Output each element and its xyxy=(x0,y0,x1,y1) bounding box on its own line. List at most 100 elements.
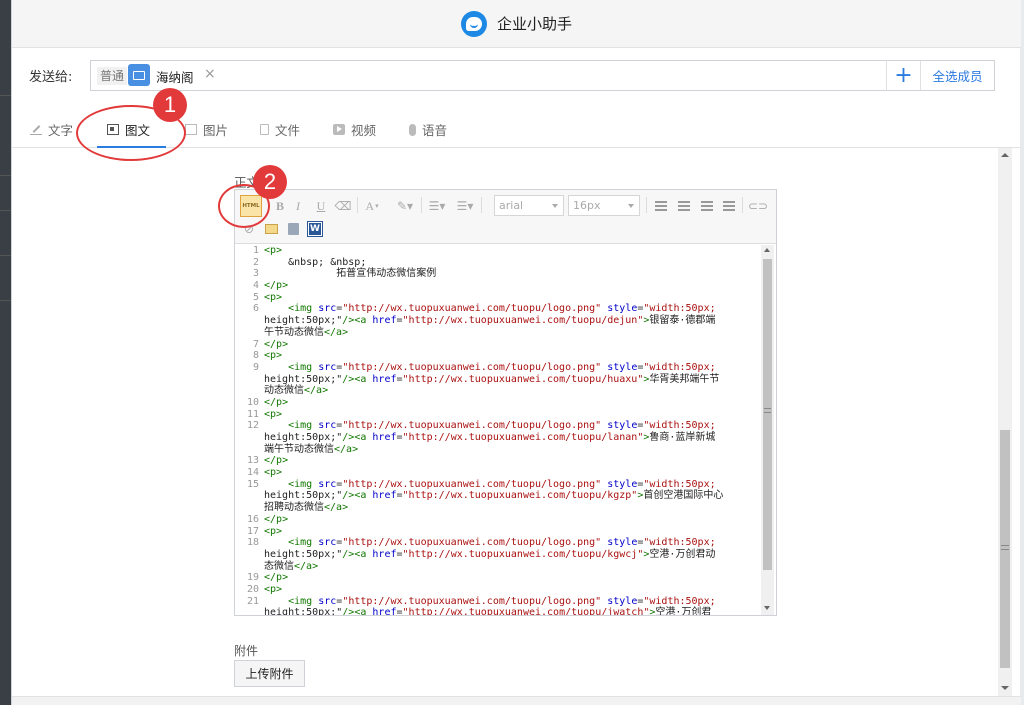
code-text: height:50px;"/><a href="http://wx.tuopux… xyxy=(264,490,724,502)
save-icon[interactable] xyxy=(285,221,301,237)
code-text: 端午节动态微信</a> xyxy=(264,443,359,455)
align-justify-icon[interactable] xyxy=(722,200,736,212)
underline-button[interactable]: U xyxy=(314,198,328,214)
tab-label: 图片 xyxy=(203,123,229,138)
code-text: 态微信</a> xyxy=(264,560,319,572)
add-recipient-button[interactable]: + xyxy=(886,61,920,90)
mic-icon xyxy=(409,123,416,136)
scroll-up-icon[interactable] xyxy=(1001,153,1009,157)
select-all-button[interactable]: 全选成员 xyxy=(920,61,994,90)
eraser-icon[interactable]: ⌫ xyxy=(335,198,352,214)
insert-image-icon[interactable] xyxy=(263,221,279,237)
code-line: 态微信</a> xyxy=(264,561,746,573)
align-left-icon[interactable] xyxy=(654,200,668,212)
tag-normal: 普通 xyxy=(97,67,128,85)
code-line: 10 </p> xyxy=(247,396,746,409)
tab-voice[interactable]: 语音 xyxy=(409,120,447,139)
code-text: 招聘动态微信</a> xyxy=(264,502,349,514)
link-icon[interactable]: ⊂⊃ xyxy=(748,199,768,213)
scroll-down-icon[interactable] xyxy=(1001,686,1009,690)
line-number: 14 xyxy=(246,467,259,479)
title-bar: 企业小助手 xyxy=(12,0,1021,48)
code-text: <img src="http://wx.tuopuxuanwei.com/tuo… xyxy=(288,303,716,315)
remove-recipient-icon[interactable]: × xyxy=(204,66,216,82)
tab-file[interactable]: 文件 xyxy=(260,120,300,139)
editor-toolbar: HTML B I U ⌫ A ▾ ✎▾ ☰▾ ☰▾ arial 16px ⊂⊃ … xyxy=(235,190,776,244)
app-logo-icon xyxy=(460,10,487,37)
line-number: 11 xyxy=(246,408,259,420)
line-number: 3 xyxy=(252,268,259,280)
line-number: 6 xyxy=(252,303,259,315)
scroll-down-icon[interactable] xyxy=(764,606,770,610)
code-line: 2 &nbsp; &nbsp; xyxy=(253,256,746,269)
tab-image[interactable]: 图片 xyxy=(185,120,228,139)
italic-button[interactable]: I xyxy=(291,198,305,214)
recipient-name: 海纳阁 xyxy=(156,70,194,85)
code-lines: 1 <p> 2 &nbsp; &nbsp; 3 拓普宣伟动态微信案例 4 </p> 5 <p>… xyxy=(247,245,746,615)
main-scrollbar[interactable] xyxy=(998,148,1012,696)
code-text: </p> xyxy=(264,338,289,350)
font-color-label: A xyxy=(365,198,375,213)
code-text: 拓普宣伟动态微信案例 xyxy=(264,268,437,280)
html-source-view[interactable]: 1 <p> 2 &nbsp; &nbsp; 3 拓普宣伟动态微信案例 4 </p> 5 <p>… xyxy=(235,245,776,615)
send-to-label: 发送给: xyxy=(29,70,73,85)
code-line: height:50px;"/><a href="http://wx.tuopux… xyxy=(264,490,746,502)
code-text: <img src="http://wx.tuopuxuanwei.com/tuo… xyxy=(288,595,716,607)
line-number: 17 xyxy=(246,525,259,537)
recipient-field[interactable]: 普通 海纳阁 × + 全选成员 xyxy=(90,60,995,91)
tab-label: 语音 xyxy=(422,123,448,138)
line-number: 19 xyxy=(246,572,259,584)
font-size-select[interactable]: 16px xyxy=(568,195,640,216)
tab-label: 视频 xyxy=(351,123,377,138)
code-line: 招聘动态微信</a> xyxy=(264,502,746,514)
tab-text[interactable]: 文字 xyxy=(30,120,73,139)
code-line: 20 <p> xyxy=(247,584,746,596)
code-text: </p> xyxy=(264,396,289,408)
file-icon xyxy=(260,124,269,135)
align-center-icon[interactable] xyxy=(677,200,691,212)
line-number: 9 xyxy=(252,361,259,373)
code-text: height:50px;"/><a href="http://wx.tuopux… xyxy=(264,607,712,615)
code-text: <p> xyxy=(264,408,283,420)
ordered-list-icon[interactable]: ☰▾ xyxy=(426,198,448,214)
code-line: 15 <img src="http://wx.tuopuxuanwei.com/… xyxy=(247,479,746,491)
line-number: 2 xyxy=(252,256,259,268)
code-text: <p> xyxy=(264,350,283,362)
code-text: 午节动态微信</a> xyxy=(264,326,349,338)
code-line: 5 <p> xyxy=(253,291,746,304)
highlight-icon[interactable]: ✎▾ xyxy=(393,198,417,214)
code-text: </p> xyxy=(264,455,289,467)
line-number: 13 xyxy=(246,455,259,467)
unordered-list-icon[interactable]: ☰▾ xyxy=(454,198,476,214)
code-text: height:50px;"/><a href="http://wx.tuopux… xyxy=(264,373,720,385)
word-paste-icon[interactable]: W xyxy=(307,221,323,237)
code-scrollbar[interactable] xyxy=(761,245,774,615)
tab-video[interactable]: 视频 xyxy=(333,120,376,139)
code-text: <p> xyxy=(264,291,283,303)
code-line: 21 <img src="http://wx.tuopuxuanwei.com/… xyxy=(247,595,746,608)
code-text: </p> xyxy=(264,513,289,525)
scroll-up-icon[interactable] xyxy=(764,248,770,252)
code-line: 7 </p> xyxy=(253,338,746,351)
upload-attachment-button[interactable]: 上传附件 xyxy=(234,660,305,687)
code-text: height:50px;"/><a href="http://wx.tuopux… xyxy=(264,315,716,327)
code-text: &nbsp; &nbsp; xyxy=(264,256,367,268)
code-line: 9 <img src="http://wx.tuopuxuanwei.com/t… xyxy=(253,361,746,374)
grip-icon xyxy=(1001,545,1009,550)
scrollbar-thumb[interactable] xyxy=(763,259,772,570)
code-text: 动态微信</a> xyxy=(264,385,329,397)
font-family-select[interactable]: arial xyxy=(494,195,564,216)
code-line: 1 <p> xyxy=(253,245,746,257)
font-color-button[interactable]: A ▾ xyxy=(363,198,381,214)
bold-button[interactable]: B xyxy=(273,198,287,214)
code-line: 19 </p> xyxy=(247,572,746,584)
line-number: 15 xyxy=(246,478,259,490)
align-right-icon[interactable] xyxy=(700,200,714,212)
line-number: 16 xyxy=(246,513,259,525)
code-line: height:50px;"/><a href="http://wx.tuopux… xyxy=(264,374,746,386)
code-text: <img src="http://wx.tuopuxuanwei.com/tuo… xyxy=(288,420,716,432)
line-number: 1 xyxy=(252,245,259,256)
line-number: 5 xyxy=(252,291,259,303)
code-line: 16 </p> xyxy=(247,513,746,526)
code-text: <img src="http://wx.tuopuxuanwei.com/tuo… xyxy=(288,361,716,373)
